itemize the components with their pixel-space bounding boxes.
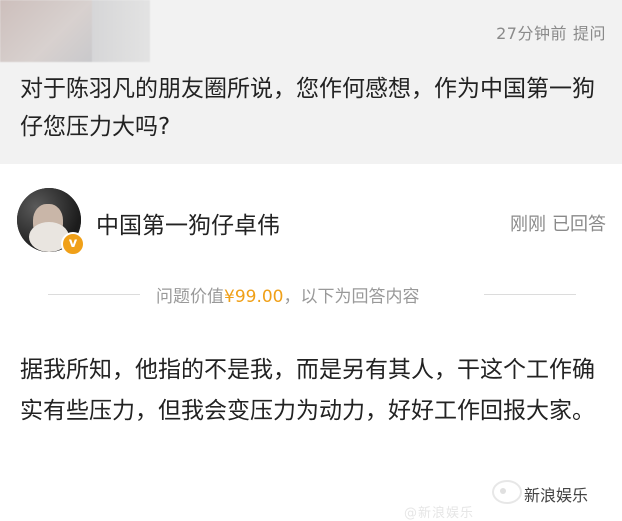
question-text: 对于陈羽凡的朋友圈所说，您作何感想，作为中国第一狗仔您压力大吗? [20,76,595,140]
weibo-logo-icon [492,480,522,504]
question-panel: 27分钟前 提问 对于陈羽凡的朋友圈所说，您作何感想，作为中国第一狗仔您压力大吗? [0,0,622,164]
divider-line-left [48,294,140,295]
watermark-brand: 新浪娱乐 [524,486,589,505]
question-meta: 27分钟前 提问 [496,20,606,44]
divider-line-right [484,294,576,295]
price-prefix: 问题价值 [156,287,224,307]
answer-status: 刚刚 已回答 [510,210,606,236]
price-suffix: ，以下为回答内容 [283,287,420,307]
watermark: @新浪娱乐 新浪娱乐 [404,474,604,521]
price-text: 问题价值¥99.00，以下为回答内容 [156,282,419,307]
asker-avatar[interactable] [0,0,150,62]
answerer-row: v 中国第一狗仔卓伟 刚刚 已回答 [0,174,622,264]
question-time: 27分钟前 [496,24,567,43]
price-divider: 问题价值¥99.00，以下为回答内容 [48,282,576,307]
answer-text: 据我所知，他指的不是我，而是另有其人，干这个工作确实有些压力，但我会变压力为动力… [20,357,595,424]
price-value: ¥99.00 [224,287,284,307]
answerer-name[interactable]: 中国第一狗仔卓伟 [96,206,280,240]
question-action: 提问 [572,24,606,43]
verified-icon: v [61,232,85,256]
answer-state: 已回答 [552,214,606,235]
answer-time: 刚刚 [510,214,546,235]
watermark-handle: @新浪娱乐 [404,506,475,521]
